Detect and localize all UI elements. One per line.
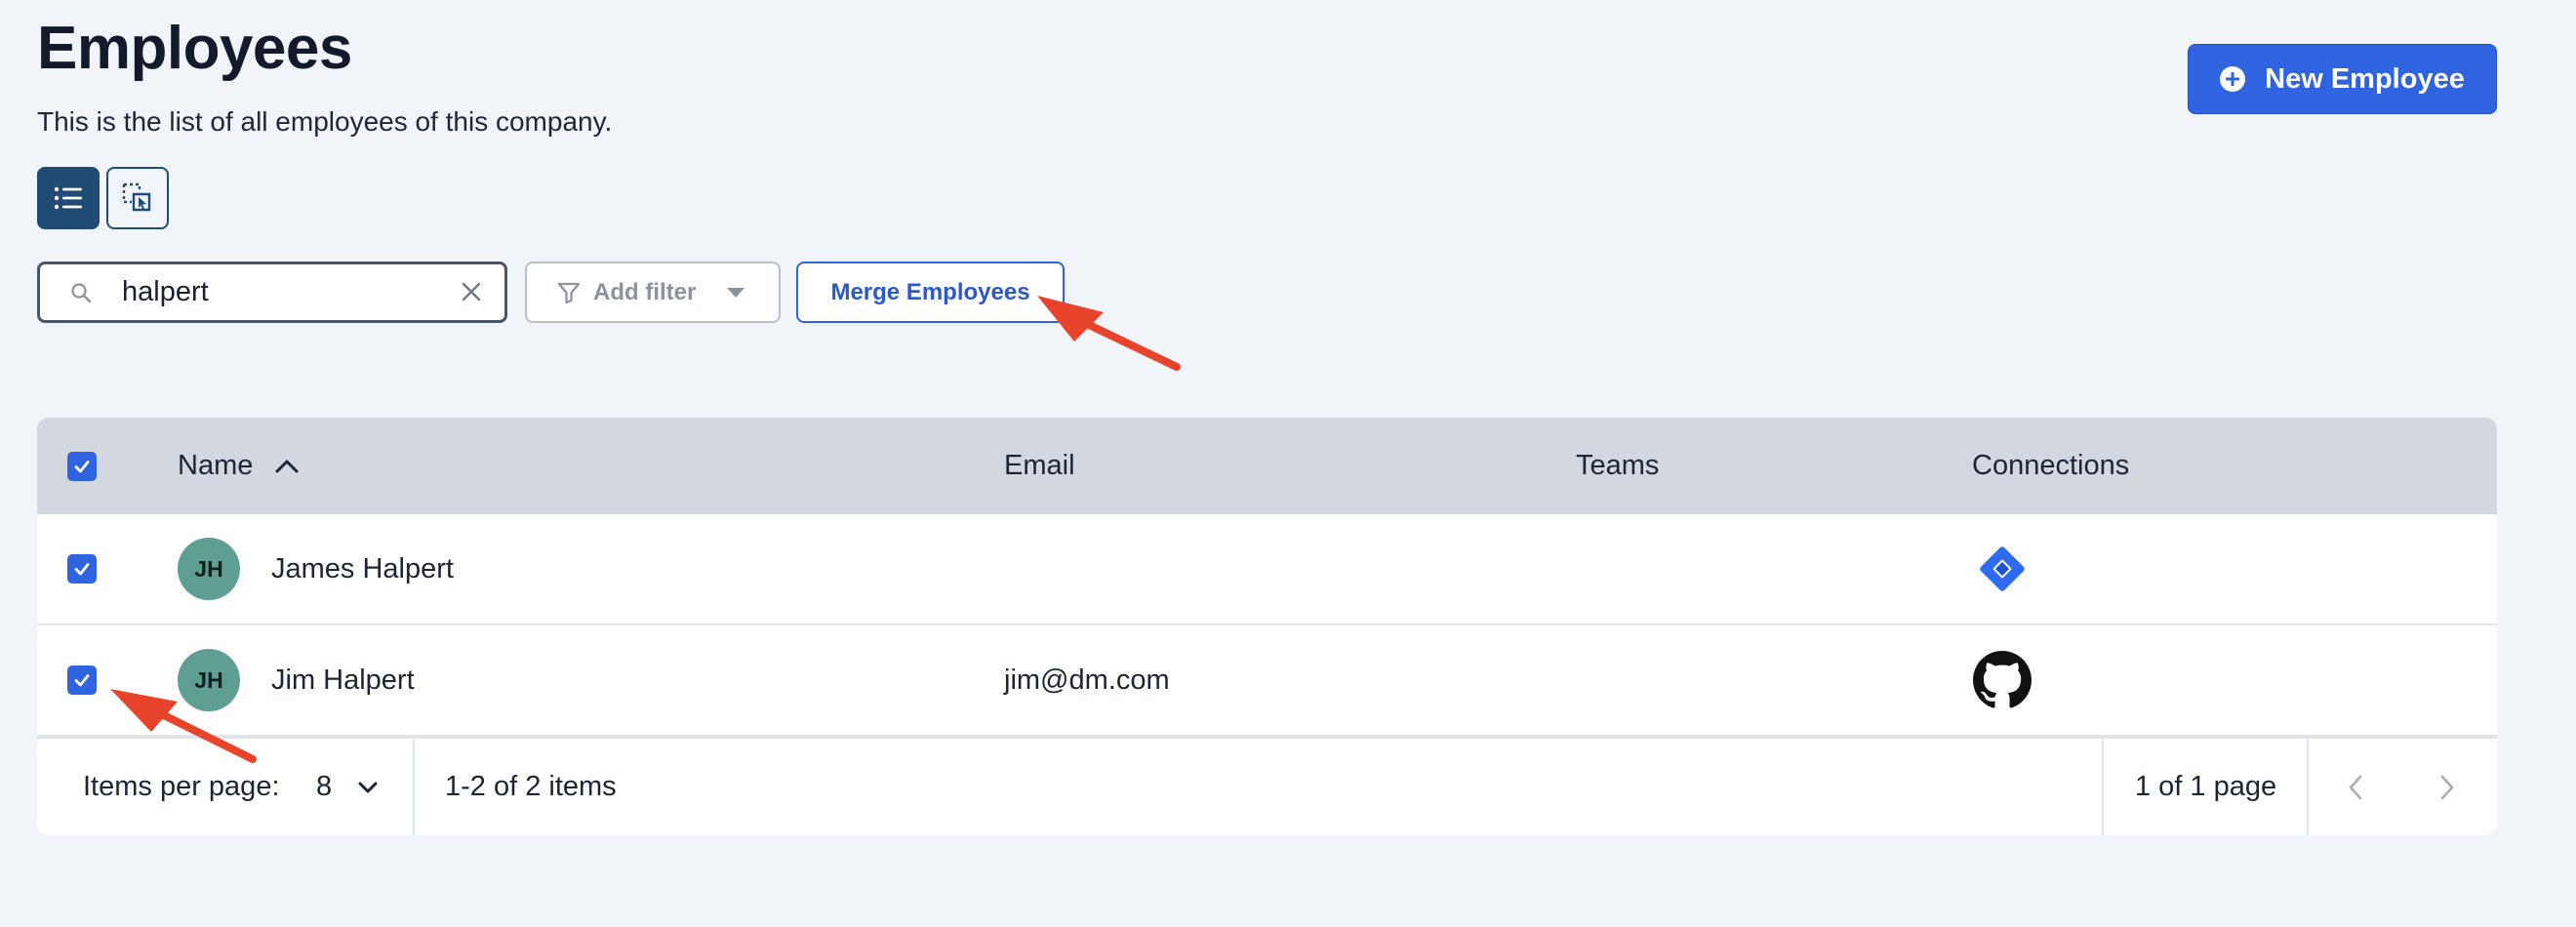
funnel-icon bbox=[557, 282, 581, 303]
add-filter-label: Add filter bbox=[593, 278, 697, 305]
close-icon bbox=[462, 282, 481, 302]
sort-ascending-chevron-icon bbox=[275, 460, 299, 472]
jira-icon bbox=[1980, 546, 2025, 591]
column-label-connections: Connections bbox=[1972, 450, 2130, 481]
column-label-name: Name bbox=[178, 450, 254, 481]
avatar: JH bbox=[178, 538, 240, 600]
list-icon bbox=[54, 186, 82, 210]
new-employee-button[interactable]: New Employee bbox=[2188, 44, 2497, 114]
column-label-teams: Teams bbox=[1576, 450, 1660, 481]
plus-circle-icon bbox=[2220, 66, 2246, 92]
chevron-left-icon bbox=[2349, 775, 2362, 799]
table-row[interactable]: JH James Halpert bbox=[37, 514, 2497, 625]
items-range-text: 1-2 of 2 items bbox=[445, 771, 617, 802]
caret-down-icon bbox=[727, 287, 745, 298]
check-icon bbox=[74, 674, 90, 687]
pagination-bar: Items per page: 8 1-2 of 2 items 1 of 1 … bbox=[37, 737, 2497, 835]
column-header-teams: Teams bbox=[1576, 418, 1659, 514]
select-all-cell bbox=[67, 418, 97, 514]
check-icon bbox=[74, 563, 90, 576]
merge-employees-label: Merge Employees bbox=[830, 278, 1030, 305]
items-per-page-label: Items per page: bbox=[83, 771, 280, 802]
table-row[interactable]: JH Jim Halpert jim@dm.com bbox=[37, 625, 2497, 737]
search-icon bbox=[71, 282, 92, 302]
select-view-button[interactable] bbox=[106, 167, 169, 229]
column-header-email: Email bbox=[1004, 418, 1075, 514]
search-input[interactable] bbox=[122, 276, 444, 308]
check-icon bbox=[74, 460, 90, 472]
previous-page-button[interactable] bbox=[2348, 739, 2363, 835]
new-employee-label: New Employee bbox=[2265, 62, 2465, 95]
dashed-select-cursor-icon bbox=[122, 182, 151, 212]
row-checkbox[interactable] bbox=[67, 665, 97, 695]
clear-search-button[interactable] bbox=[460, 280, 483, 308]
page-subtitle: This is the list of all employees of thi… bbox=[37, 106, 613, 137]
employee-name: James Halpert bbox=[271, 552, 454, 584]
employees-table: Name Email Teams Connections JH James Ha… bbox=[37, 418, 2497, 835]
column-header-connections: Connections bbox=[1972, 418, 2129, 514]
github-icon bbox=[1973, 651, 2032, 708]
list-view-button[interactable] bbox=[37, 167, 100, 229]
row-checkbox[interactable] bbox=[67, 554, 97, 584]
table-header: Name Email Teams Connections bbox=[37, 418, 2497, 514]
page-indicator: 1 of 1 page bbox=[2135, 771, 2277, 802]
items-per-page-value: 8 bbox=[316, 771, 333, 802]
chevron-right-icon bbox=[2440, 775, 2454, 799]
chevron-down-icon bbox=[358, 782, 378, 792]
next-page-button[interactable] bbox=[2439, 739, 2455, 835]
divider bbox=[2102, 739, 2104, 835]
items-per-page-select[interactable]: 8 bbox=[316, 739, 379, 835]
column-header-name[interactable]: Name bbox=[178, 418, 300, 514]
avatar: JH bbox=[178, 649, 240, 711]
divider bbox=[413, 739, 415, 835]
merge-employees-button[interactable]: Merge Employees bbox=[796, 262, 1065, 323]
column-label-email: Email bbox=[1004, 450, 1075, 481]
page-title: Employees bbox=[37, 15, 352, 82]
select-all-checkbox[interactable] bbox=[67, 451, 97, 481]
search-field[interactable] bbox=[37, 262, 507, 323]
divider bbox=[2307, 739, 2309, 835]
employee-email: jim@dm.com bbox=[1004, 664, 1170, 696]
employee-name: Jim Halpert bbox=[271, 664, 415, 696]
add-filter-button[interactable]: Add filter bbox=[525, 262, 781, 323]
